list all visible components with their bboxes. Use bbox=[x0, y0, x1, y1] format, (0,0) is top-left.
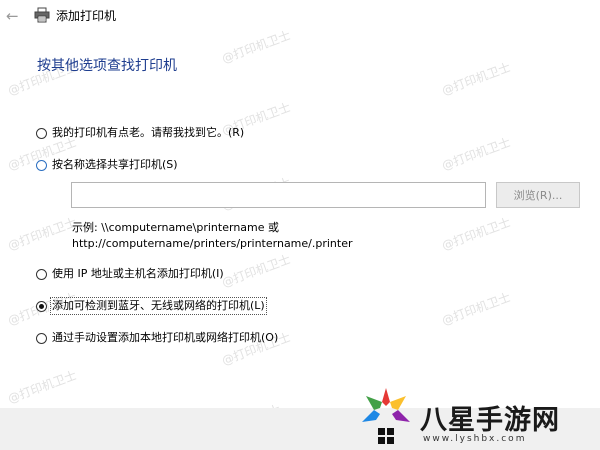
radio-button[interactable] bbox=[36, 268, 47, 280]
option-bluetooth-wireless[interactable]: 添加可检测到蓝牙、无线或网络的打印机(L) bbox=[36, 297, 267, 315]
example-text: 示例: \\computername\printername 或 http://… bbox=[72, 220, 353, 252]
option-ip-address[interactable]: 使用 IP 地址或主机名添加打印机(I) bbox=[36, 266, 224, 282]
example-line: http://computername/printers/printername… bbox=[72, 237, 353, 250]
option-label: 按名称选择共享打印机(S) bbox=[52, 158, 178, 171]
printer-name-input[interactable] bbox=[71, 182, 486, 208]
page-heading: 按其他选项查找打印机 bbox=[37, 58, 177, 74]
watermark-text: @打印机卫士 bbox=[5, 215, 79, 253]
site-logo-url: www.lyshbx.com bbox=[423, 434, 527, 444]
option-label: 通过手动设置添加本地打印机或网络打印机(O) bbox=[52, 331, 279, 344]
watermark-text: @打印机卫士 bbox=[219, 28, 293, 66]
option-label: 我的打印机有点老。请帮我找到它。(R) bbox=[52, 126, 245, 139]
option-old-printer[interactable]: 我的打印机有点老。请帮我找到它。(R) bbox=[36, 125, 244, 141]
watermark-text: @打印机卫士 bbox=[439, 60, 513, 98]
site-logo-icon bbox=[362, 388, 410, 444]
window-title: 添加打印机 bbox=[56, 9, 117, 23]
watermark-text: @打印机卫士 bbox=[5, 368, 79, 406]
example-line: 示例: \\computername\printername 或 bbox=[72, 221, 280, 234]
printer-icon bbox=[34, 7, 50, 23]
title-bar: ← 添加打印机 bbox=[0, 0, 600, 32]
browse-button[interactable]: 浏览(R)... bbox=[496, 182, 580, 208]
radio-button[interactable] bbox=[36, 127, 47, 139]
option-label: 使用 IP 地址或主机名添加打印机(I) bbox=[52, 267, 224, 280]
option-shared-printer[interactable]: 按名称选择共享打印机(S) bbox=[36, 157, 178, 173]
option-manual-setup[interactable]: 通过手动设置添加本地打印机或网络打印机(O) bbox=[36, 330, 278, 346]
radio-button[interactable] bbox=[36, 332, 47, 344]
back-arrow-icon[interactable]: ← bbox=[6, 8, 22, 24]
watermark-text: @打印机卫士 bbox=[439, 290, 513, 328]
site-logo-text: 八星手游网 bbox=[420, 405, 560, 436]
watermark-text: @打印机卫士 bbox=[439, 215, 513, 253]
watermark-text: @打印机卫士 bbox=[219, 252, 293, 290]
radio-button[interactable] bbox=[36, 159, 47, 171]
watermark-text: @打印机卫士 bbox=[439, 135, 513, 173]
radio-button[interactable] bbox=[36, 300, 47, 312]
option-label: 添加可检测到蓝牙、无线或网络的打印机(L) bbox=[50, 297, 267, 315]
